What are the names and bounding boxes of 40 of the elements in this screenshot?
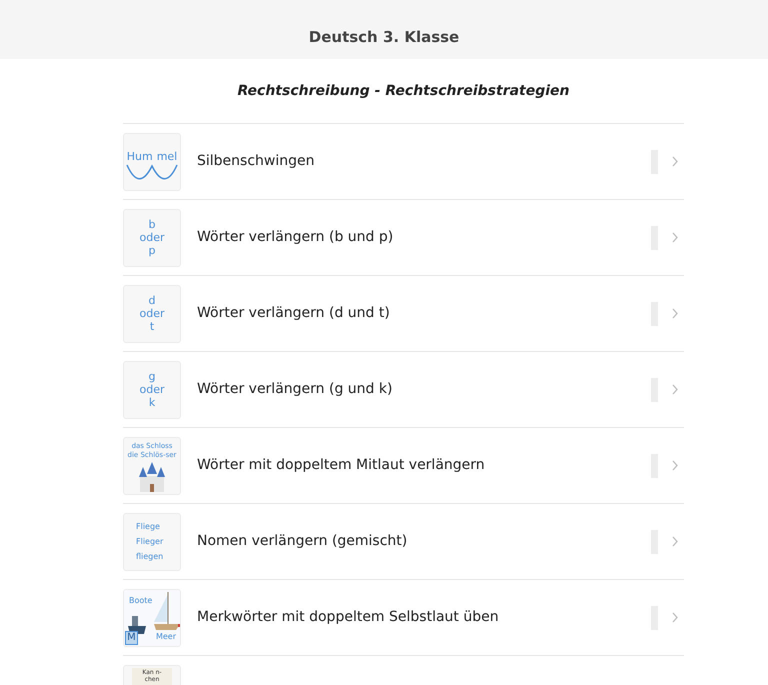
- thumbnail-text: d: [148, 294, 156, 307]
- thumbnail-text: mel: [156, 151, 178, 162]
- thumbnail-text: k: [148, 396, 156, 409]
- chevron-right-icon: [672, 232, 678, 243]
- thumbnail-text: t: [150, 320, 154, 333]
- chevron-right-icon: [672, 536, 678, 547]
- syllable-arcs-icon: [126, 164, 178, 180]
- thumbnail-text: oder: [139, 307, 164, 320]
- thumbnail-text: p: [148, 244, 156, 257]
- list-item[interactable]: d oder t Wörter verlängern (d und t): [123, 276, 684, 352]
- item-title: Nomen verlängern (gemischt): [197, 532, 408, 551]
- thumbnail-text: Hum: [126, 151, 153, 162]
- list-item[interactable]: g oder k Wörter verlängern (g und k): [123, 352, 684, 428]
- list-item[interactable]: Boote M Meer Merkwörter mit doppeltem Selbstlaut üben: [123, 580, 684, 656]
- letter-tile: M: [125, 630, 138, 644]
- chevron-right-icon: [672, 612, 678, 623]
- section-title: Rechtschreibung - Rechtschreibstrategien: [237, 82, 570, 100]
- item-title: Wörter verlängern (g und k): [197, 380, 394, 399]
- item-title: Wörter verlängern (b und p): [197, 228, 394, 247]
- thumbnail-text: g: [148, 370, 156, 383]
- thumbnail-text: Meer: [156, 630, 176, 642]
- list-item[interactable]: Fliege Flieger fliegen Nomen verlängern (gemischt): [123, 504, 684, 580]
- thumbnail-text: Fliege: [136, 522, 160, 532]
- thumbnail-text: Boote: [129, 594, 152, 606]
- item-title: Wörter verlängern (d und t): [197, 304, 391, 323]
- item-title: Merkwörter mit doppeltem Selbstlaut üben: [197, 608, 500, 627]
- thumbnail-text: fliegen: [136, 552, 164, 562]
- thumbnail-text: oder: [139, 383, 164, 396]
- item-title: Silbenschwingen: [197, 152, 316, 171]
- thumbnail-text: Flieger: [136, 536, 164, 546]
- thumbnail-text: b: [148, 218, 156, 231]
- list-item[interactable]: Hum mel Silbenschwingen: [123, 124, 684, 200]
- thumbnail-text: oder: [139, 231, 164, 244]
- chevron-right-icon: [672, 460, 678, 471]
- chevron-right-icon: [672, 384, 678, 395]
- page-title: Deutsch 3. Klasse: [308, 26, 460, 48]
- list-item[interactable]: b oder p Wörter verlängern (b und p): [123, 200, 684, 276]
- chevron-right-icon: [672, 308, 678, 319]
- chevron-right-icon: [672, 156, 678, 167]
- item-title: Wörter mit doppeltem Mitlaut verlängern: [197, 456, 486, 475]
